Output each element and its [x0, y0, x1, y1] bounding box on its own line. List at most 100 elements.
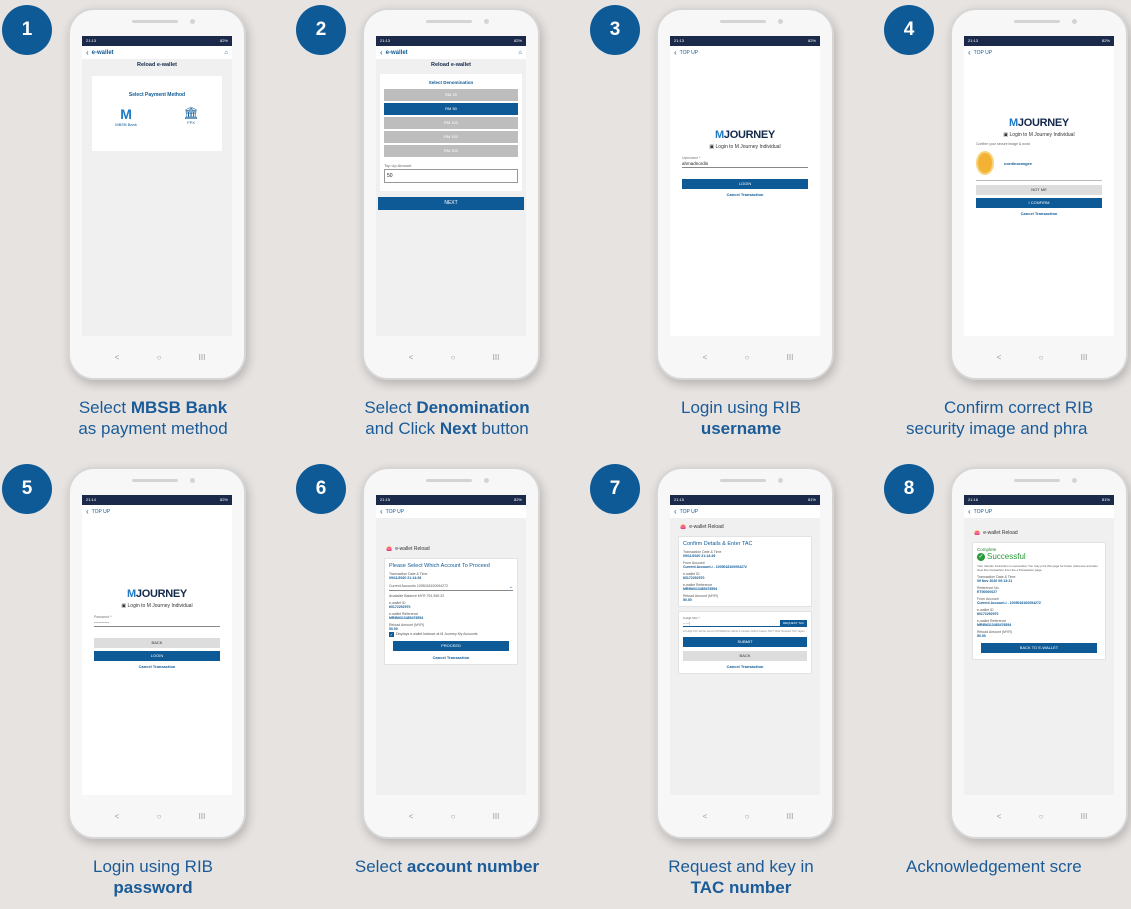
- submit-button[interactable]: SUBMIT: [683, 637, 807, 647]
- account-selection-card: Please Select Which Account To Proceed T…: [384, 558, 518, 665]
- top-up-amount-input[interactable]: 50: [384, 169, 518, 183]
- step-2: 2 21:13 82% ‹ e-wallet ⌂ Reload e-wallet …: [296, 5, 540, 438]
- back-arrow-icon[interactable]: ‹: [86, 507, 89, 516]
- back-to-ewallet-button[interactable]: BACK TO E-WALLET: [981, 643, 1097, 653]
- denomination-option[interactable]: RM 25: [384, 89, 518, 101]
- mbsb-logo-icon: M: [120, 106, 132, 122]
- back-arrow-icon[interactable]: ‹: [674, 507, 677, 516]
- step-6: 6 21:15 82% ‹ TOP UP 👛 e-wallet Reload Plea…: [296, 464, 540, 876]
- wallet-icon: 👛: [680, 524, 687, 530]
- back-arrow-icon[interactable]: ‹: [86, 48, 89, 57]
- step-caption: Select MBSB Bank as payment method: [78, 398, 228, 438]
- step-caption: Login using RIB username: [680, 398, 802, 438]
- proceed-button[interactable]: PROCEED: [393, 641, 509, 651]
- phone-mockup: 21:14 82% ‹ TOP UP MJOURNEY ▣ Login to M J…: [68, 467, 246, 839]
- checkbox-checked-icon: ✓: [389, 632, 394, 637]
- step-caption: Request and key in TAC number: [668, 857, 814, 897]
- page-title: Reload e-wallet: [136, 62, 178, 68]
- cancel-transaction-link[interactable]: Cancel Transaction: [670, 192, 820, 197]
- back-arrow-icon[interactable]: ‹: [380, 48, 383, 57]
- back-arrow-icon[interactable]: ‹: [380, 507, 383, 516]
- phone-screen: 21:13 82% ‹ TOP UP MJOURNEY ▣ Login to M J…: [670, 36, 820, 336]
- confirm-details-card: Confirm Details & Enter TAC Transaction …: [678, 536, 812, 607]
- step-caption: Confirm correct RIB: [944, 398, 1094, 417]
- cancel-transaction-link[interactable]: Cancel Transaction: [389, 655, 513, 660]
- step-number-badge: 8: [884, 464, 934, 514]
- denomination-option[interactable]: RM 100: [384, 117, 518, 129]
- username-input[interactable]: ahmadnordin: [682, 161, 808, 168]
- step-caption: Login using RIB password: [92, 857, 214, 897]
- phone-screen: 21:16 81% ‹ TOP UP 👛 e-wallet Reload Comple…: [964, 495, 1114, 795]
- step-4: 4 21:13 82% ‹ TOP UP MJOURNEY ▣ Login to M…: [884, 5, 1128, 438]
- select-payment-label: Select Payment Method: [128, 92, 186, 98]
- confirm-button[interactable]: I CONFIRM: [976, 198, 1102, 208]
- phone-screen: 21:13 82% ‹ e-wallet ⌂ Reload e-wallet Se…: [376, 36, 526, 336]
- home-icon[interactable]: ⌂: [518, 50, 522, 56]
- wallet-icon: 👛: [974, 530, 981, 536]
- home-icon[interactable]: ⌂: [224, 50, 228, 56]
- cancel-transaction-link[interactable]: Cancel Transaction: [964, 211, 1114, 216]
- back-arrow-icon[interactable]: ‹: [674, 48, 677, 57]
- page-title: Reload e-wallet: [430, 62, 472, 68]
- login-heading: ▣ Login to M Journey Individual: [121, 603, 193, 609]
- back-arrow-icon[interactable]: ‹: [968, 48, 971, 57]
- app-header: ‹ e-wallet ⌂: [82, 46, 232, 59]
- phone-mockup: 21:15 82% ‹ TOP UP 👛 e-wallet Reload Please…: [362, 467, 540, 839]
- tac-card: 6-digit TAC * -----| REQUEST TAC A 6-dig…: [678, 611, 812, 674]
- chevron-down-icon: ⌄: [508, 584, 513, 590]
- step-caption: Acknowledgement scre: [906, 857, 1082, 876]
- step-number-badge: 1: [2, 5, 52, 55]
- denomination-option[interactable]: RM 200: [384, 145, 518, 157]
- fpx-option[interactable]: 🏛 FPX: [183, 106, 198, 127]
- denomination-option[interactable]: RM 150: [384, 131, 518, 143]
- acknowledgement-card: Complete ✓ Successful Your transfer inst…: [972, 542, 1106, 660]
- user-icon: ▣: [121, 603, 127, 609]
- next-button[interactable]: NEXT: [378, 197, 524, 210]
- ewallet-logo: e-wallet: [91, 49, 114, 56]
- mjourney-logo: MJOURNEY: [127, 588, 187, 600]
- section-header: 👛 e-wallet Reload: [386, 546, 430, 552]
- back-arrow-icon[interactable]: ‹: [968, 507, 971, 516]
- phone-mockup: 21:1581% ‹TOP UP 👛Confirm Details & Ente…: [656, 467, 834, 839]
- section-header: 👛 e-wallet Reload: [974, 530, 1018, 536]
- not-me-button[interactable]: NOT ME: [976, 185, 1102, 195]
- security-phrase: nordinorangee: [1004, 160, 1033, 166]
- mbsb-bank-option[interactable]: M MBSB Bank: [115, 106, 137, 127]
- android-nav-bar: < ○ III: [114, 353, 206, 362]
- section-header: 👛Confirm Details & Enter TACe-wallet Rel…: [680, 524, 724, 530]
- step-caption: Select account number: [354, 857, 540, 876]
- step-number-badge: 5: [2, 464, 52, 514]
- step-number-badge: 4: [884, 5, 934, 55]
- display-balance-checkbox[interactable]: ✓ Displays e-wallet balance at M Journey…: [389, 632, 513, 637]
- tac-input[interactable]: -----|: [683, 621, 690, 625]
- password-input[interactable]: ----------: [94, 620, 220, 627]
- phone-mockup: 21:13 82% ‹ e-wallet ⌂ Reload e-wallet Se…: [362, 8, 540, 380]
- step-number-badge: 3: [590, 5, 640, 55]
- request-tac-button[interactable]: REQUEST TAC: [779, 620, 807, 626]
- back-button[interactable]: BACK: [94, 638, 220, 648]
- login-button[interactable]: LOGIN: [94, 651, 220, 661]
- phone-screen: 21:15 82% ‹ TOP UP 👛 e-wallet Reload Please…: [376, 495, 526, 795]
- step-3: 3 21:13 82% ‹ TOP UP MJOURNEY ▣ Login to M…: [590, 5, 834, 438]
- back-button[interactable]: BACK: [683, 651, 807, 661]
- phone-mockup: 21:16 81% ‹ TOP UP 👛 e-wallet Reload Comple…: [950, 467, 1128, 839]
- login-button[interactable]: LOGIN: [682, 179, 808, 189]
- wallet-icon: 👛: [386, 546, 393, 552]
- phone-screen: 21:13 82% ‹ e-wallet ⌂ Reload e-wallet Se…: [82, 36, 232, 336]
- ewallet-logo: e-wallet: [385, 49, 408, 56]
- mjourney-logo: MJOURNEY: [715, 129, 775, 141]
- security-image-icon: [976, 151, 994, 175]
- user-icon: ▣: [1003, 132, 1009, 138]
- denomination-card: Select Denomination RM 25 RM 50 RM 100 R…: [380, 74, 522, 191]
- user-icon: ▣: [709, 144, 715, 150]
- phone-screen: 21:14 82% ‹ TOP UP MJOURNEY ▣ Login to M J…: [82, 495, 232, 795]
- step-5: 5 21:14 82% ‹ TOP UP MJOURNEY ▣ Login to M…: [2, 464, 246, 897]
- denomination-option-selected[interactable]: RM 50: [384, 103, 518, 115]
- cancel-transaction-link[interactable]: Cancel Transaction: [683, 664, 807, 669]
- payment-method-card: Select Payment Method M MBSB Bank 🏛 FPX: [92, 76, 222, 151]
- account-dropdown[interactable]: Current Accounts 1005018100094272 ⌄: [389, 584, 513, 591]
- status-bar: 21:13 82%: [82, 36, 232, 46]
- step-8: 8 21:16 81% ‹ TOP UP 👛 e-wallet Reload Comp…: [884, 464, 1128, 876]
- cancel-transaction-link[interactable]: Cancel Transaction: [82, 664, 232, 669]
- phone-mockup: 21:13 82% ‹ e-wallet ⌂ Reload e-wallet Se…: [68, 8, 246, 380]
